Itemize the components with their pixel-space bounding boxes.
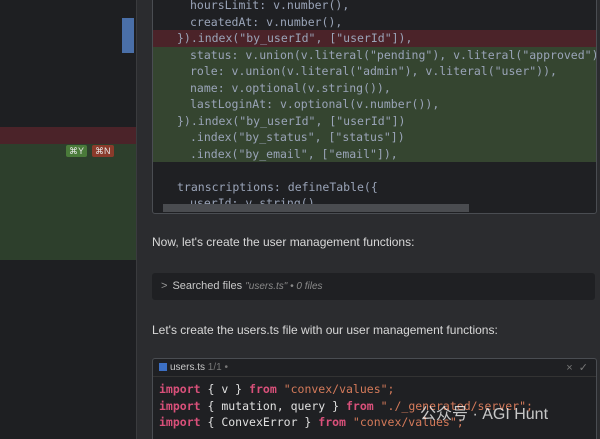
typescript-file-icon bbox=[159, 363, 167, 372]
assistant-message: Let's create the users.ts file with our … bbox=[152, 323, 498, 337]
added-lines-highlight bbox=[0, 144, 136, 260]
file-name[interactable]: users.ts bbox=[170, 362, 205, 373]
code-line-added: .index("by_status", ["status"]) bbox=[153, 129, 596, 146]
searched-files-label: Searched files bbox=[172, 280, 243, 292]
reject-shortcut-button[interactable]: ⌘N bbox=[92, 145, 114, 157]
code-line: createdAt: v.number(), bbox=[190, 14, 343, 29]
change-count: 1/1 • bbox=[207, 362, 228, 373]
accept-check-icon[interactable]: ✓ bbox=[579, 362, 588, 374]
code-line-removed: }).index("by_userId", ["userId"]), bbox=[153, 30, 596, 47]
scroll-marker[interactable] bbox=[122, 18, 134, 53]
code-line-added: role: v.union(v.literal("admin"), v.lite… bbox=[153, 63, 596, 80]
search-query: "users.ts" • 0 files bbox=[245, 281, 323, 292]
code-line-added: status: v.union(v.literal("pending"), v.… bbox=[153, 46, 596, 63]
file-edit-block: users.ts 1/1 • × ✓ import { v } from "co… bbox=[152, 358, 597, 439]
code-line-added: }).index("by_userId", ["userId"]) bbox=[153, 112, 596, 129]
file-header: users.ts 1/1 • × ✓ bbox=[153, 359, 596, 377]
chevron-right-icon: > bbox=[161, 280, 168, 292]
removed-line-highlight bbox=[0, 127, 136, 144]
searched-files-toggle[interactable]: > Searched files "users.ts" • 0 files bbox=[152, 273, 595, 300]
code-line-added: .index("by_email", ["email"]), bbox=[153, 145, 596, 162]
code-line: hoursLimit: v.number(), bbox=[190, 0, 350, 12]
code-line-added: name: v.optional(v.string()), bbox=[153, 79, 596, 96]
reject-close-icon[interactable]: × bbox=[566, 362, 572, 374]
assistant-message: Now, let's create the user management fu… bbox=[152, 235, 415, 249]
code-line-added: lastLoginAt: v.optional(v.number()), bbox=[153, 96, 596, 113]
code-line: import { v } from "convex/values"; bbox=[159, 382, 395, 396]
pane-divider[interactable] bbox=[136, 0, 137, 439]
accept-shortcut-button[interactable]: ⌘Y bbox=[66, 145, 88, 157]
code-diff-block: hoursLimit: v.number(), createdAt: v.num… bbox=[152, 0, 597, 214]
code-line: transcriptions: defineTable({ bbox=[177, 179, 378, 194]
watermark: 公众号 · AGI Hunt bbox=[420, 406, 549, 423]
horizontal-scrollbar[interactable] bbox=[163, 204, 469, 212]
